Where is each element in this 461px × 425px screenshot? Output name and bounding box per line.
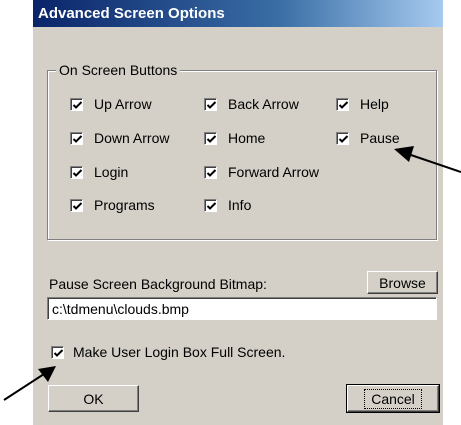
annotation-arrows — [3, 146, 461, 401]
arrow-icon-pause — [394, 146, 461, 173]
arrow-icon-login-fullscreen — [3, 366, 56, 401]
